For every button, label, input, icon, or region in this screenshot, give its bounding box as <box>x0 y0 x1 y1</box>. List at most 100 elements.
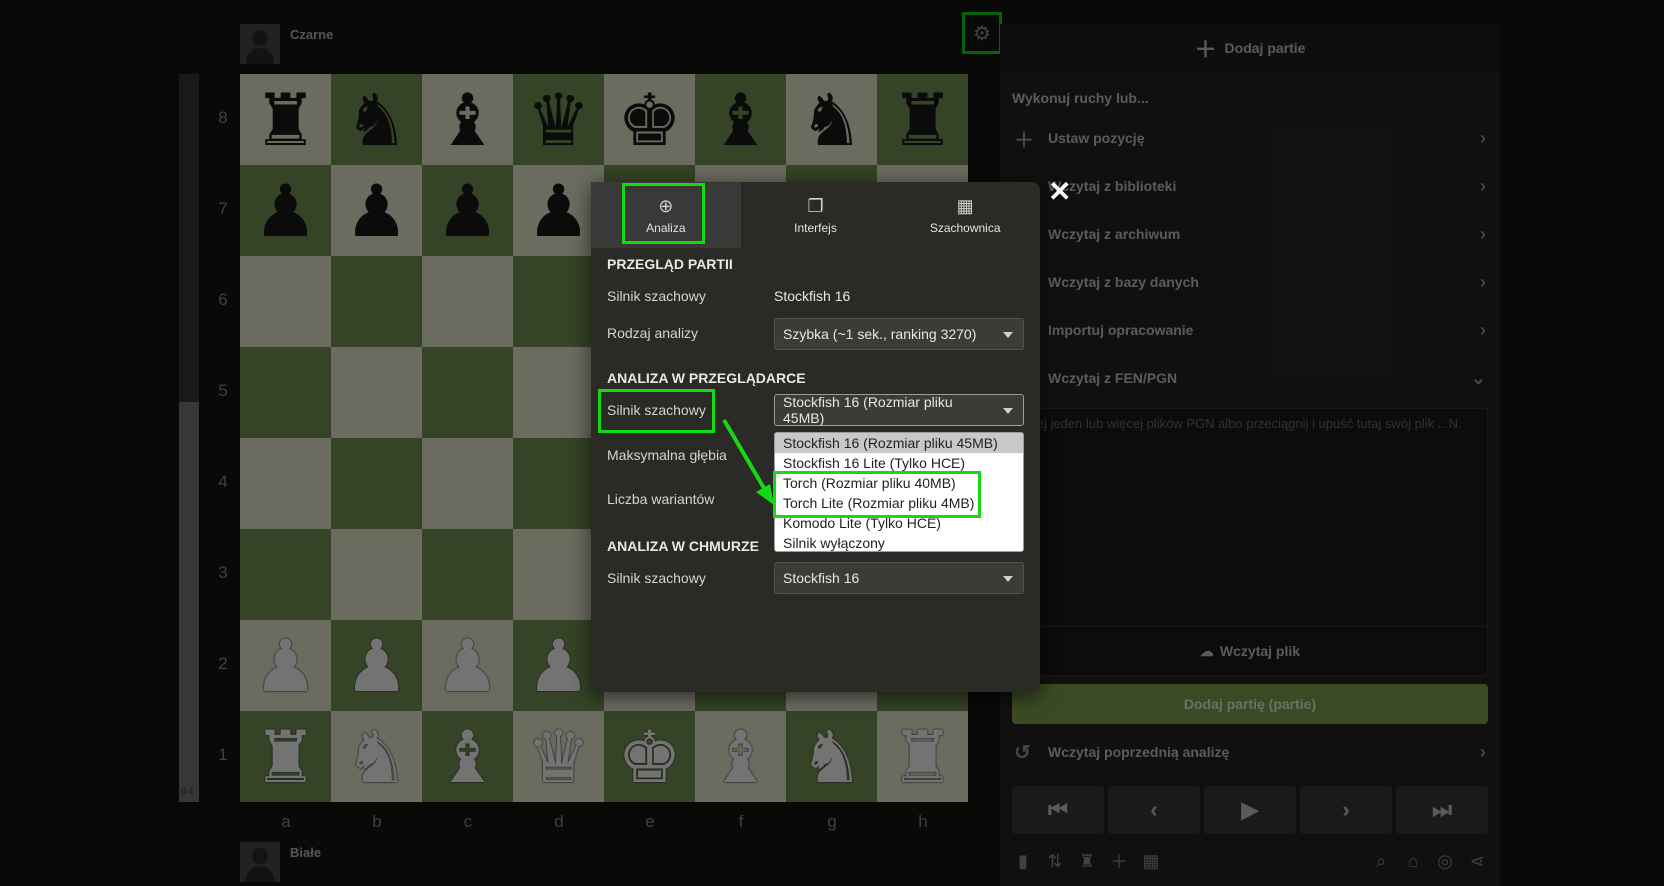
white-pawn-icon[interactable]: ♟ <box>435 630 500 702</box>
chevron-right-icon: › <box>1480 741 1486 762</box>
square-d8[interactable]: ♛ <box>513 74 604 165</box>
black-knight-icon[interactable]: ♞ <box>799 84 864 156</box>
last-move-button[interactable]: ⏭ <box>1396 786 1488 834</box>
library-icon[interactable]: ⌂ <box>1402 851 1424 872</box>
file-label: h <box>918 812 928 831</box>
black-pawn-icon[interactable]: ♟ <box>344 175 409 247</box>
share-icon[interactable]: ⋖ <box>1466 851 1488 872</box>
square-b4[interactable] <box>331 438 422 529</box>
tab-interfejs[interactable]: ❐ Interfejs <box>741 182 891 248</box>
square-c6[interactable] <box>422 256 513 347</box>
black-pawn-icon[interactable]: ♟ <box>253 175 318 247</box>
square-b2[interactable]: ♟ <box>331 620 422 711</box>
white-king-icon[interactable]: ♚ <box>617 721 682 793</box>
engine-option[interactable]: Stockfish 16 (Rozmiar pliku 45MB) <box>775 433 1023 453</box>
square-f1[interactable]: ♝ <box>695 711 786 802</box>
panel-row-label: Wczytaj z biblioteki <box>1048 178 1177 194</box>
panel-row-4[interactable]: Importuj opracowanie › <box>1000 306 1500 354</box>
white-knight-icon[interactable]: ♞ <box>799 721 864 793</box>
add-games-button[interactable]: Dodaj partię (partie) <box>1012 684 1488 724</box>
black-pawn-icon[interactable]: ♟ <box>435 175 500 247</box>
engine-option[interactable]: Silnik wyłączony <box>775 533 1023 551</box>
square-a6[interactable] <box>240 256 331 347</box>
white-bishop-icon[interactable]: ♝ <box>435 721 500 793</box>
panel-row-5[interactable]: Wczytaj z FEN/PGN ⌄ <box>1000 354 1500 402</box>
analysis-type-select[interactable]: Szybka (~1 sek., ranking 3270) <box>774 318 1024 350</box>
square-a7[interactable]: ♟ <box>240 165 331 256</box>
square-b1[interactable]: ♞ <box>331 711 422 802</box>
cloud-engine-select[interactable]: Stockfish 16 <box>774 562 1024 594</box>
flip-board-icon[interactable]: ⇅ <box>1044 851 1066 872</box>
add-games-header[interactable]: ＋ Dodaj partie <box>1000 24 1500 72</box>
black-bishop-icon[interactable]: ♝ <box>708 84 773 156</box>
analysis-type-value: Szybka (~1 sek., ranking 3270) <box>783 326 977 342</box>
square-b3[interactable] <box>331 529 422 620</box>
white-rook-icon[interactable]: ♜ <box>253 721 318 793</box>
white-pawn-icon[interactable]: ♟ <box>253 630 318 702</box>
first-move-button[interactable]: ⏮ <box>1012 786 1104 834</box>
square-e8[interactable]: ♚ <box>604 74 695 165</box>
pgn-input-area[interactable]: ...lej jeden lub więcej plików PGN albo … <box>1012 408 1488 676</box>
square-a8[interactable]: ♜ <box>240 74 331 165</box>
white-queen-icon[interactable]: ♛ <box>526 721 591 793</box>
black-queen-icon[interactable]: ♛ <box>526 84 591 156</box>
square-a2[interactable]: ♟ <box>240 620 331 711</box>
square-d1[interactable]: ♛ <box>513 711 604 802</box>
board-setup-icon[interactable]: ▦ <box>1140 851 1162 872</box>
square-c2[interactable]: ♟ <box>422 620 513 711</box>
square-f8[interactable]: ♝ <box>695 74 786 165</box>
square-c7[interactable]: ♟ <box>422 165 513 256</box>
square-a4[interactable] <box>240 438 331 529</box>
square-c4[interactable] <box>422 438 513 529</box>
next-move-button[interactable]: › <box>1300 786 1392 834</box>
square-b7[interactable]: ♟ <box>331 165 422 256</box>
square-h1[interactable]: ♜ <box>877 711 968 802</box>
white-bishop-icon[interactable]: ♝ <box>708 721 773 793</box>
white-rook-icon[interactable]: ♜ <box>890 721 955 793</box>
square-c1[interactable]: ♝ <box>422 711 513 802</box>
white-knight-icon[interactable]: ♞ <box>344 721 409 793</box>
square-a3[interactable] <box>240 529 331 620</box>
square-b5[interactable] <box>331 347 422 438</box>
evaluation-bar: 0.4 <box>179 74 199 802</box>
chart-icon[interactable]: ▮ <box>1012 851 1034 872</box>
black-bishop-icon[interactable]: ♝ <box>435 84 500 156</box>
browser-engine-select[interactable]: Stockfish 16 (Rozmiar pliku 45MB) <box>774 394 1024 426</box>
square-h8[interactable]: ♜ <box>877 74 968 165</box>
black-king-icon[interactable]: ♚ <box>617 84 682 156</box>
square-a1[interactable]: ♜ <box>240 711 331 802</box>
square-e1[interactable]: ♚ <box>604 711 695 802</box>
square-c5[interactable] <box>422 347 513 438</box>
square-g1[interactable]: ♞ <box>786 711 877 802</box>
panel-row-2[interactable]: Wczytaj z archiwum › <box>1000 210 1500 258</box>
square-g8[interactable]: ♞ <box>786 74 877 165</box>
square-b8[interactable]: ♞ <box>331 74 422 165</box>
close-icon[interactable]: ✕ <box>1048 178 1071 206</box>
panel-row-label: Wczytaj z archiwum <box>1048 226 1181 242</box>
white-pawn-icon[interactable]: ♟ <box>526 630 591 702</box>
tab-szachownica[interactable]: ▦ Szachownica <box>890 182 1040 248</box>
panel-row-3[interactable]: Wczytaj z bazy danych › <box>1000 258 1500 306</box>
black-pawn-icon[interactable]: ♟ <box>526 175 591 247</box>
black-rook-icon[interactable]: ♜ <box>890 84 955 156</box>
review-section-title: PRZEGLĄD PARTII <box>607 256 733 272</box>
add-icon[interactable]: ＋ <box>1108 848 1130 874</box>
previous-move-button[interactable]: ‹ <box>1108 786 1200 834</box>
load-previous-analysis[interactable]: ↺ Wczytaj poprzednią analizę › <box>1000 728 1500 776</box>
white-pawn-icon[interactable]: ♟ <box>344 630 409 702</box>
square-b6[interactable] <box>331 256 422 347</box>
upload-file-button[interactable]: ☁ Wczytaj plik <box>1013 626 1487 675</box>
play-button[interactable]: ▶ <box>1204 786 1296 834</box>
square-c8[interactable]: ♝ <box>422 74 513 165</box>
black-rook-icon[interactable]: ♜ <box>253 84 318 156</box>
zoom-icon[interactable]: ⌕ <box>1370 851 1392 872</box>
settings-gear-button[interactable]: ⚙ <box>962 12 1002 54</box>
square-c3[interactable] <box>422 529 513 620</box>
panel-row-1[interactable]: Wczytaj z biblioteki › <box>1000 162 1500 210</box>
engine-option[interactable]: Stockfish 16 Lite (Tylko HCE) <box>775 453 1023 473</box>
square-a5[interactable] <box>240 347 331 438</box>
panel-row-0[interactable]: ＋ Ustaw pozycję › <box>1000 114 1500 162</box>
piece-icon[interactable]: ♜ <box>1076 851 1098 872</box>
black-knight-icon[interactable]: ♞ <box>344 84 409 156</box>
target-icon[interactable]: ◎ <box>1434 851 1456 872</box>
